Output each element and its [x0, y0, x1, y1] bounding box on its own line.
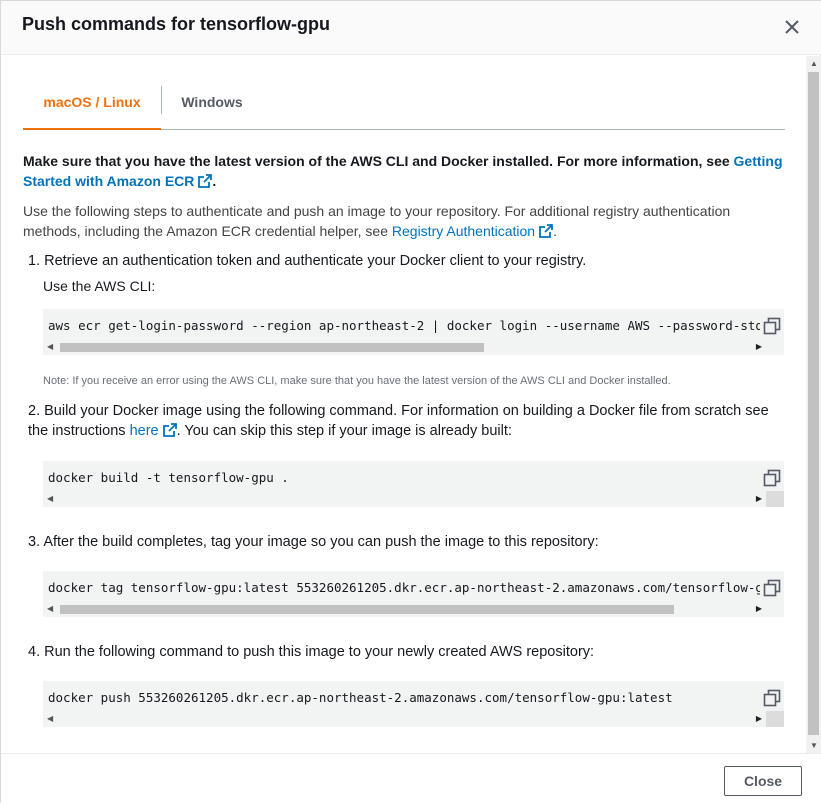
- scroll-left-icon[interactable]: ◀: [47, 604, 53, 613]
- close-button[interactable]: Close: [724, 766, 802, 796]
- code-build: docker build -t tensorflow-gpu .: [48, 470, 289, 485]
- push-commands-modal: Push commands for tensorflow-gpu macOS /…: [0, 0, 821, 804]
- scroll-right-icon[interactable]: ▶: [756, 342, 762, 351]
- step-1-text: 1. Retrieve an authentication token and …: [28, 253, 587, 269]
- tab-macos-linux[interactable]: macOS / Linux: [23, 84, 161, 130]
- copy-icon[interactable]: [763, 317, 781, 335]
- scroll-left-icon[interactable]: ◀: [47, 494, 53, 503]
- scroll-thumb[interactable]: [60, 605, 674, 614]
- auth-paragraph-end: .: [553, 223, 557, 239]
- horizontal-scrollbar[interactable]: ◀ ▶: [43, 491, 766, 507]
- vertical-scroll-thumb[interactable]: [808, 72, 819, 735]
- horizontal-scrollbar[interactable]: ◀ ▶: [43, 601, 766, 617]
- intro-end: .: [212, 173, 217, 189]
- external-link-icon: [162, 423, 177, 437]
- step-3-text: 3. After the build completes, tag your i…: [28, 534, 599, 550]
- code-block-build: docker build -t tensorflow-gpu . ◀ ▶: [43, 461, 784, 507]
- scroll-corner: [766, 491, 784, 507]
- scroll-thumb[interactable]: [60, 343, 484, 352]
- auth-paragraph-body: Use the following steps to authenticate …: [23, 203, 731, 239]
- intro-text: Make sure that you have the latest versi…: [23, 151, 785, 191]
- code-block-push: docker push 553260261205.dkr.ecr.ap-nort…: [43, 681, 784, 727]
- tab-windows[interactable]: Windows: [162, 84, 262, 130]
- intro-body: Make sure that you have the latest versi…: [23, 153, 734, 169]
- external-link-icon: [198, 174, 213, 188]
- horizontal-scrollbar[interactable]: ◀ ▶: [43, 711, 766, 727]
- registry-auth-link[interactable]: Registry Authentication: [392, 223, 553, 239]
- copy-icon[interactable]: [763, 469, 781, 487]
- code-login: aws ecr get-login-password --region ap-n…: [48, 318, 760, 333]
- step-1-sub: Use the AWS CLI:: [43, 278, 156, 294]
- step-4-text: 4. Run the following command to push thi…: [28, 644, 595, 660]
- tab-bar: macOS / Linux Windows: [23, 84, 785, 130]
- scroll-right-icon[interactable]: ▶: [756, 604, 762, 613]
- copy-icon[interactable]: [763, 689, 781, 707]
- scroll-right-icon[interactable]: ▶: [756, 494, 762, 503]
- scroll-left-icon[interactable]: ◀: [47, 714, 53, 723]
- modal-footer: Close: [1, 753, 821, 804]
- cli-note: Note: If you receive an error using the …: [43, 375, 671, 387]
- code-tag: docker tag tensorflow-gpu:latest 5532602…: [48, 580, 760, 595]
- modal-title: Push commands for tensorflow-gpu: [22, 14, 331, 34]
- step-2-end: . You can skip this step if your image i…: [176, 423, 512, 439]
- vertical-scrollbar[interactable]: ▲ ▼: [806, 56, 821, 753]
- modal-header: Push commands for tensorflow-gpu: [1, 1, 821, 55]
- horizontal-scrollbar[interactable]: ◀ ▶: [43, 339, 766, 355]
- scroll-down-icon[interactable]: ▼: [810, 741, 818, 750]
- here-link[interactable]: here: [130, 423, 177, 439]
- scroll-up-icon[interactable]: ▲: [810, 59, 818, 68]
- code-push: docker push 553260261205.dkr.ecr.ap-nort…: [48, 690, 673, 705]
- auth-paragraph: Use the following steps to authenticate …: [23, 201, 785, 241]
- close-icon[interactable]: [780, 15, 804, 39]
- scroll-corner: [766, 711, 784, 727]
- scroll-right-icon[interactable]: ▶: [756, 714, 762, 723]
- copy-icon[interactable]: [763, 579, 781, 597]
- code-block-tag: docker tag tensorflow-gpu:latest 5532602…: [43, 571, 784, 617]
- here-label: here: [129, 423, 159, 439]
- code-block-login: aws ecr get-login-password --region ap-n…: [43, 309, 784, 355]
- scroll-left-icon[interactable]: ◀: [47, 342, 53, 351]
- step-2-text: 2. Build your Docker image using the fol…: [28, 401, 788, 441]
- registry-auth-label: Registry Authentication: [391, 223, 536, 239]
- modal-body: macOS / Linux Windows Make sure that you…: [1, 56, 806, 753]
- external-link-icon: [539, 224, 553, 238]
